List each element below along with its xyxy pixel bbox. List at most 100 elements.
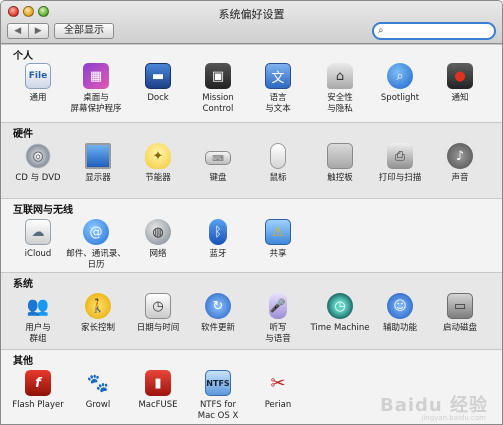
pref-label: Dock	[147, 93, 169, 103]
cloud-icon: ☁	[25, 219, 51, 245]
pref-label: 蓝牙	[209, 249, 227, 259]
spotlight-icon: ⌕	[387, 63, 413, 89]
pref-bluetooth[interactable]: ᛒ 蓝牙	[187, 219, 249, 260]
pref-label: 通知	[451, 93, 469, 103]
disk-icon: ▭	[447, 293, 473, 319]
pref-keyboard[interactable]: ⌨ 键盘	[187, 143, 249, 184]
pref-mail-contacts-calendars[interactable]: @ 邮件、通讯录、 日历	[61, 219, 131, 271]
pref-security-privacy[interactable]: ⌂ 安全性 与隐私	[309, 63, 371, 115]
pref-sound[interactable]: ♪ 声音	[429, 143, 491, 184]
mission-control-icon: ▣	[205, 63, 231, 89]
pref-label: Spotlight	[380, 93, 420, 103]
pref-label: 安全性 与隐私	[327, 93, 353, 114]
pref-notifications[interactable]: ● 通知	[429, 63, 491, 104]
section-hardware: 硬件 ◎ CD 与 DVD 显示器 ✦ 节能器 ⌨ 键盘 鼠标 触控板 ⎙ 打印…	[1, 122, 502, 198]
pref-label: 语言 与文本	[265, 93, 291, 114]
printer-icon: ⎙	[387, 143, 413, 169]
pref-desktop-screensaver[interactable]: ▦ 桌面与 屏幕保护程序	[65, 63, 127, 115]
show-all-button[interactable]: 全部显示	[54, 23, 114, 39]
search-input[interactable]	[391, 25, 489, 37]
section-system: 系统 👥 用户与 群组 🚶 家长控制 ◷ 日期与时间 ↻ 软件更新 🎤 听写 与…	[1, 272, 502, 349]
pref-startup-disk[interactable]: ▭ 启动磁盘	[429, 293, 491, 334]
pref-macfuse[interactable]: ▮ MacFUSE	[127, 370, 189, 411]
pref-accessibility[interactable]: ☺ 辅助功能	[369, 293, 431, 334]
section-other: 其他 f Flash Player 🐾 Growl ▮ MacFUSE NTFS…	[1, 349, 502, 424]
pref-label: 键盘	[209, 173, 227, 183]
pref-label: Perian	[264, 400, 292, 410]
sharing-folder-icon: ⚠	[265, 219, 291, 245]
cd-dvd-icon: ◎	[25, 143, 51, 169]
microphone-icon: 🎤	[269, 293, 287, 319]
desktop-screensaver-icon: ▦	[83, 63, 109, 89]
pref-label: 显示器	[85, 173, 111, 183]
pref-label: 邮件、通讯录、 日历	[66, 249, 126, 270]
pref-label: 桌面与 屏幕保护程序	[70, 93, 122, 114]
search-field[interactable]: ⌕	[372, 22, 496, 40]
pref-label: 听写 与语音	[265, 323, 291, 344]
pref-label: 触控板	[327, 173, 353, 183]
section-title: 硬件	[13, 129, 33, 140]
security-house-icon: ⌂	[327, 63, 353, 89]
pref-general[interactable]: File 通用	[7, 63, 69, 104]
pref-time-machine[interactable]: ◷ Time Machine	[307, 293, 373, 334]
pref-date-time[interactable]: ◷ 日期与时间	[127, 293, 189, 334]
pref-cd-dvd[interactable]: ◎ CD 与 DVD	[7, 143, 69, 184]
pref-users-groups[interactable]: 👥 用户与 群组	[7, 293, 69, 345]
ntfs-icon: NTFS	[205, 370, 231, 396]
pref-displays[interactable]: 显示器	[67, 143, 129, 184]
pref-energy-saver[interactable]: ✦ 节能器	[127, 143, 189, 184]
pref-label: iCloud	[24, 249, 52, 259]
pref-label: MacFUSE	[138, 400, 178, 410]
pref-label: 网络	[149, 249, 167, 259]
pref-trackpad[interactable]: 触控板	[309, 143, 371, 184]
pref-label: CD 与 DVD	[15, 173, 61, 183]
trackpad-icon	[327, 143, 353, 169]
pref-network[interactable]: ◍ 网络	[127, 219, 189, 260]
display-icon	[85, 143, 111, 169]
pref-icloud[interactable]: ☁ iCloud	[7, 219, 69, 260]
pref-label: 软件更新	[200, 323, 235, 333]
back-forward-group: ◀ ▶	[7, 23, 49, 39]
search-icon: ⌕	[378, 25, 384, 36]
forward-button[interactable]: ▶	[27, 24, 49, 38]
pref-label: 打印与扫描	[378, 173, 422, 183]
pref-language-text[interactable]: 文 语言 与文本	[247, 63, 309, 115]
at-sign-icon: @	[83, 219, 109, 245]
pref-perian[interactable]: ✂ Perian	[247, 370, 309, 411]
general-icon: File	[25, 63, 51, 89]
pref-label: Mission Control	[202, 93, 234, 114]
pref-dock[interactable]: ▬ Dock	[127, 63, 189, 104]
pref-label: 用户与 群组	[25, 323, 51, 344]
pref-label: 启动磁盘	[442, 323, 477, 333]
pref-dictation-speech[interactable]: 🎤 听写 与语音	[247, 293, 309, 345]
pref-label: 声音	[451, 173, 469, 183]
growl-paw-icon: 🐾	[86, 372, 110, 394]
language-icon: 文	[265, 63, 291, 89]
pref-flash-player[interactable]: f Flash Player	[7, 370, 69, 411]
section-title: 系统	[13, 279, 33, 290]
pref-ntfs[interactable]: NTFS NTFS for Mac OS X	[187, 370, 249, 422]
pref-spotlight[interactable]: ⌕ Spotlight	[369, 63, 431, 104]
parental-controls-icon: 🚶	[85, 293, 111, 319]
pref-growl[interactable]: 🐾 Growl	[67, 370, 129, 411]
pref-mission-control[interactable]: ▣ Mission Control	[187, 63, 249, 115]
pref-label: NTFS for Mac OS X	[197, 400, 239, 421]
back-button[interactable]: ◀	[8, 24, 28, 38]
pref-software-update[interactable]: ↻ 软件更新	[187, 293, 249, 334]
pref-mouse[interactable]: 鼠标	[247, 143, 309, 184]
macfuse-icon: ▮	[145, 370, 171, 396]
pref-print-scan[interactable]: ⎙ 打印与扫描	[369, 143, 431, 184]
watermark-url: jingyan.baidu.com	[421, 414, 486, 422]
software-update-icon: ↻	[205, 293, 231, 319]
pref-label: Growl	[85, 400, 111, 410]
pref-sharing[interactable]: ⚠ 共享	[247, 219, 309, 260]
pref-label: 鼠标	[269, 173, 287, 183]
pref-label: 节能器	[145, 173, 171, 183]
bluetooth-icon: ᛒ	[209, 219, 227, 245]
accessibility-icon: ☺	[387, 293, 413, 319]
pref-parental-controls[interactable]: 🚶 家长控制	[67, 293, 129, 334]
pref-label: 日期与时间	[136, 323, 180, 333]
window-title: 系统偏好设置	[218, 8, 285, 21]
section-title: 互联网与无线	[13, 205, 73, 216]
section-internet-wireless: 互联网与无线 ☁ iCloud @ 邮件、通讯录、 日历 ◍ 网络 ᛒ 蓝牙 ⚠…	[1, 198, 502, 272]
